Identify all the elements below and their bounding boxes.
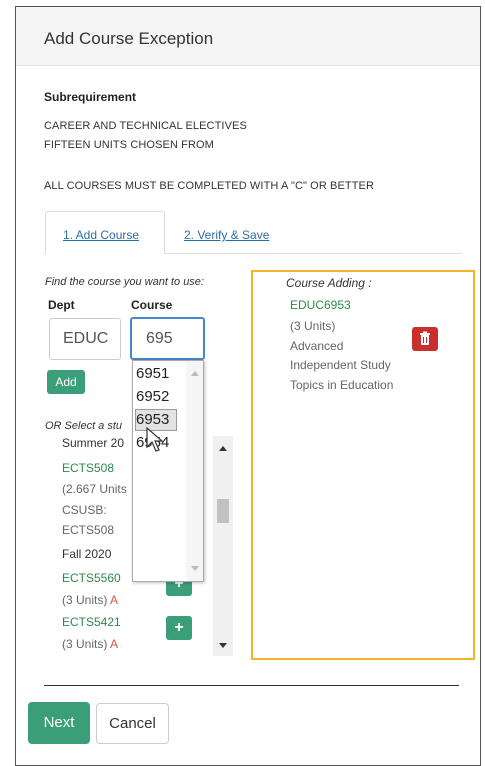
next-button[interactable]: Next [28,702,90,744]
course-label: Course [131,298,173,312]
modal-title: Add Course Exception [44,29,214,48]
list-item-units: (2.667 Units [62,482,127,496]
term-heading: Fall 2020 [62,547,112,561]
scroll-down-arrow-icon[interactable] [219,643,227,648]
trash-icon [420,331,430,345]
grade-text: A [110,637,119,651]
list-item-note: CSUSB: [62,503,107,517]
tab-add-course-label[interactable]: 1. Add Course [63,228,139,242]
subrequirement-heading: Subrequirement [44,90,137,104]
footer-divider [44,685,459,686]
delete-course-button[interactable] [412,327,438,351]
course-adding-name: Topics in Education [290,378,394,392]
dept-label: Dept [48,298,75,312]
list-item-note: ECTS508 [62,523,115,537]
course-adding-code: EDUC6953 [290,298,351,312]
units-text: (3 Units) [62,637,108,651]
course-adding-units: (3 Units) [290,319,336,333]
dropdown-scroll-down-icon[interactable] [191,566,199,571]
course-adding-name: Independent Study [290,358,391,372]
cancel-button[interactable]: Cancel [96,703,169,744]
list-item-course: ECTS508 [62,461,115,475]
add-course-plus-button[interactable]: + [166,616,192,640]
scroll-thumb[interactable] [217,499,229,523]
list-item-course: ECTS5560 [62,571,121,585]
term-heading: Summer 20 [62,436,125,450]
units-text: (3 Units) [62,593,108,607]
find-course-label: Find the course you want to use: [45,276,204,288]
dropdown-scrollbar[interactable] [186,361,203,581]
dropdown-scroll-up-icon[interactable] [191,371,199,376]
course-adding-title: Course Adding : [286,276,372,290]
list-item-units: (3 Units) A [62,637,118,651]
dept-input[interactable]: EDUC [49,318,121,360]
course-input[interactable]: 695 [130,317,205,360]
scroll-up-arrow-icon[interactable] [219,446,227,451]
list-scrollbar[interactable] [213,436,233,656]
mouse-cursor-icon [146,427,164,452]
dropdown-option[interactable]: 6951 [136,365,169,382]
subrequirement-line-2: FIFTEEN UNITS CHOSEN FROM [44,139,214,151]
course-adding-panel [251,270,475,660]
subrequirement-line-1: CAREER AND TECHNICAL ELECTIVES [44,120,247,132]
dropdown-option[interactable]: 6953 [136,411,169,428]
subrequirement-line-3: ALL COURSES MUST BE COMPLETED WITH A "C"… [44,180,375,192]
grade-text: A [110,593,119,607]
list-item-course: ECTS5421 [62,615,121,629]
course-autocomplete-dropdown[interactable]: 6951 6952 6953 6954 [132,360,204,582]
course-adding-name: Advanced [290,339,344,353]
add-button[interactable]: Add [47,370,85,394]
modal-header: Add Course Exception [16,7,480,66]
list-item-units: (3 Units) A [62,593,118,607]
tab-verify-save[interactable]: 2. Verify & Save [184,228,269,242]
dropdown-option[interactable]: 6952 [136,388,169,405]
